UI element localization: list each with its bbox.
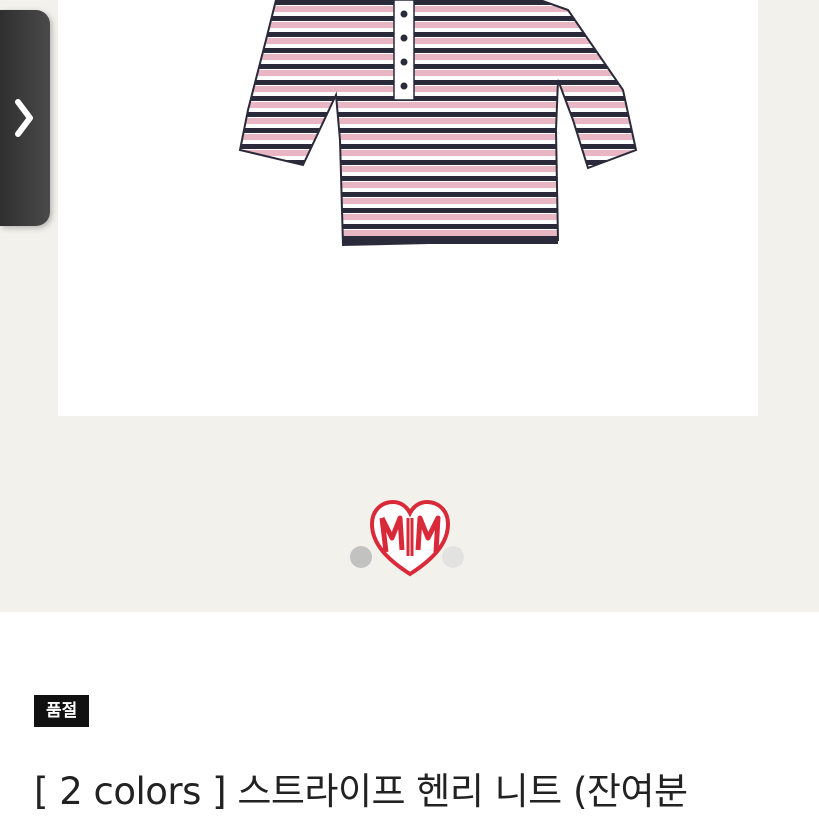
product-detail-page: 품절 [ 2 colors ] 스트라이프 헨리 니트 (잔여분: [0, 0, 819, 819]
heart-logo-icon: [369, 499, 451, 577]
product-image-gallery[interactable]: [0, 0, 819, 612]
product-image: [58, 0, 758, 416]
soldout-badge: 품절: [34, 695, 90, 727]
product-title: [ 2 colors ] 스트라이프 헨리 니트 (잔여분: [34, 770, 688, 813]
brand-logo: [368, 498, 452, 590]
striped-henley-knit-image: [238, 0, 638, 247]
product-info: 품절 [ 2 colors ] 스트라이프 헨리 니트 (잔여분: [0, 612, 819, 819]
gallery-nav-button[interactable]: [0, 10, 50, 226]
chevron-right-icon: [15, 99, 33, 137]
